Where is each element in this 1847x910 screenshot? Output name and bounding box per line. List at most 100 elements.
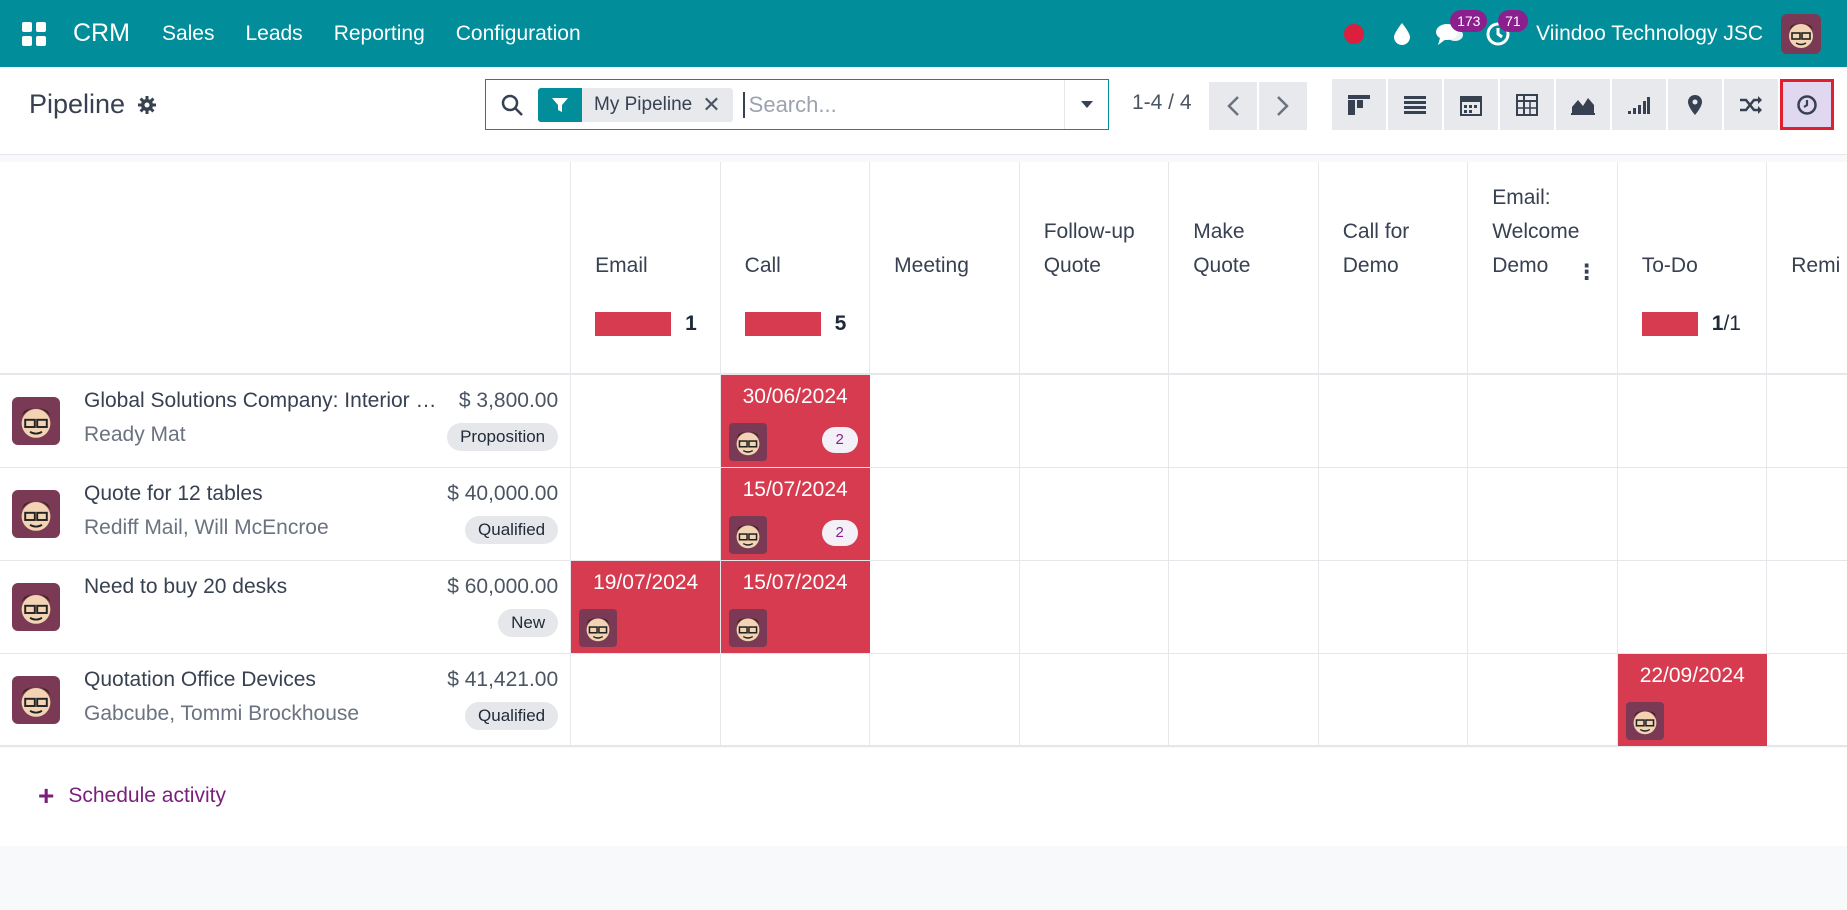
graph-view-button[interactable] [1556, 79, 1610, 130]
schedule-activity-link[interactable]: + Schedule activity [38, 782, 226, 810]
record-cell[interactable]: Quote for 12 tables Rediff Mail, Will McE… [0, 468, 572, 560]
activity-cell[interactable] [1468, 654, 1618, 745]
column-options-icon[interactable]: ⋮ [1576, 260, 1597, 285]
activity-cell[interactable] [1618, 468, 1768, 560]
activity-cell[interactable] [1020, 561, 1170, 653]
record-cell[interactable]: Need to buy 20 desks $ 60,000.00 New [0, 561, 572, 653]
assignee-avatar [579, 609, 618, 647]
salesperson-avatar[interactable] [12, 676, 60, 724]
activity-cell[interactable] [870, 375, 1020, 467]
map-view-button[interactable] [1668, 79, 1722, 130]
activity-block[interactable]: 15/07/2024 2 [720, 468, 870, 560]
search-input[interactable] [742, 91, 1043, 118]
flow-view-button[interactable] [1724, 79, 1778, 130]
activity-cell[interactable] [870, 468, 1020, 560]
menu-configuration[interactable]: Configuration [456, 22, 581, 46]
activity-block[interactable]: 15/07/2024 [720, 561, 870, 653]
activity-cell[interactable] [1319, 375, 1469, 467]
record-cell[interactable]: Quotation Office Devices Gabcube, Tommi B… [0, 654, 572, 745]
record-name[interactable]: Need to buy 20 desks [84, 575, 440, 599]
activity-cell[interactable] [571, 654, 721, 745]
activity-cell[interactable]: 19/07/2024 [571, 561, 721, 653]
activity-cell[interactable] [1319, 561, 1469, 653]
user-avatar[interactable] [1781, 13, 1821, 54]
activity-cell[interactable] [1169, 654, 1319, 745]
activity-cell[interactable] [1618, 375, 1768, 467]
activity-cell[interactable] [1319, 654, 1469, 745]
record-row: Need to buy 20 desks $ 60,000.00 New 19/07/… [0, 561, 1847, 654]
activity-cell[interactable]: 15/07/2024 2 [720, 468, 871, 560]
messages-icon[interactable]: 173 [1426, 0, 1488, 67]
cohort-view-button[interactable] [1612, 79, 1666, 130]
activity-cell[interactable] [1767, 375, 1847, 467]
activity-cell[interactable] [1767, 654, 1847, 745]
activity-type-column-8: Remi [1767, 162, 1847, 373]
activity-progress[interactable]: 1 [595, 312, 697, 336]
activity-progress[interactable]: 1/1 [1641, 312, 1741, 336]
activity-progress[interactable]: 5 [744, 312, 847, 336]
activity-block[interactable]: 19/07/2024 [571, 561, 721, 653]
app-brand[interactable]: CRM [73, 19, 130, 48]
search-options-toggle[interactable] [1064, 80, 1108, 129]
apps-menu-icon[interactable] [0, 0, 67, 67]
activity-cell[interactable] [1169, 468, 1319, 560]
record-name[interactable]: Quote for 12 tables [84, 482, 440, 506]
page-title-text: Pipeline [29, 89, 126, 119]
gear-icon[interactable] [137, 95, 157, 115]
activity-count-value: 5 [834, 312, 847, 335]
record-cell[interactable]: Global Solutions Company: Interior Desig… [0, 375, 572, 467]
activity-cell[interactable] [1020, 654, 1170, 745]
activity-cell[interactable] [1468, 561, 1618, 653]
activity-cell[interactable] [571, 468, 721, 560]
pager-value[interactable]: 1-4 / 4 [1132, 91, 1192, 115]
pager-next-button[interactable] [1259, 82, 1307, 130]
activity-cell[interactable] [1169, 561, 1319, 653]
activity-block[interactable]: 22/09/2024 [1617, 654, 1767, 746]
activity-view-button[interactable] [1780, 79, 1834, 130]
menu-leads[interactable]: Leads [245, 22, 302, 46]
activity-count-total: /1 [1723, 312, 1741, 335]
activity-cell[interactable] [1319, 468, 1469, 560]
salesperson-avatar[interactable] [12, 397, 60, 445]
menu-sales[interactable]: Sales [162, 22, 215, 46]
kanban-view-button[interactable] [1332, 79, 1386, 130]
recording-icon[interactable] [1330, 0, 1378, 67]
activity-progress-bar[interactable] [1641, 312, 1698, 336]
activity-cell[interactable] [1020, 468, 1170, 560]
calendar-view-button[interactable] [1444, 79, 1498, 130]
droplet-icon[interactable] [1378, 0, 1426, 67]
record-name[interactable]: Quotation Office Devices [84, 668, 440, 692]
record-amount: $ 41,421.00 [447, 668, 559, 691]
activity-cell[interactable] [1468, 375, 1618, 467]
activity-cell[interactable] [571, 375, 721, 467]
activity-cell[interactable]: 30/06/2024 2 [720, 375, 871, 467]
record-name[interactable]: Global Solutions Company: Interior Desig… [84, 389, 440, 413]
activity-cell[interactable] [721, 654, 871, 745]
activity-grid: Email 1 Call 5 Meeting Follow-up Quote Make Qu… [0, 162, 1847, 747]
activity-cell[interactable] [870, 654, 1020, 745]
activity-cell[interactable] [1169, 375, 1319, 467]
salesperson-avatar[interactable] [12, 490, 60, 538]
activity-cell[interactable] [1767, 561, 1847, 653]
menu-reporting[interactable]: Reporting [334, 22, 425, 46]
activity-cell[interactable] [870, 561, 1020, 653]
pager-previous-button[interactable] [1209, 82, 1257, 130]
pivot-view-button[interactable] [1500, 79, 1554, 130]
company-name[interactable]: Viindoo Technology JSC [1536, 22, 1763, 46]
activity-cell[interactable]: 15/07/2024 [720, 561, 871, 653]
activity-progress-bar[interactable] [595, 312, 672, 336]
activity-progress-bar[interactable] [744, 312, 821, 336]
activity-cell[interactable] [1767, 468, 1847, 560]
activity-cell[interactable]: 22/09/2024 [1617, 654, 1768, 746]
activity-cell[interactable] [1618, 561, 1768, 653]
control-panel: Pipeline My Pipeline ✕ 1-4 / 4 [0, 67, 1847, 155]
activity-block[interactable]: 30/06/2024 2 [720, 375, 870, 467]
activity-cell[interactable] [1468, 468, 1618, 560]
search-icon[interactable] [486, 93, 538, 117]
activities-clock-icon[interactable]: 71 [1474, 0, 1528, 67]
salesperson-avatar[interactable] [12, 583, 60, 631]
activity-cell[interactable] [1020, 375, 1170, 467]
list-view-button[interactable] [1388, 79, 1442, 130]
remove-facet-icon[interactable]: ✕ [702, 92, 732, 118]
filter-icon [538, 87, 582, 122]
